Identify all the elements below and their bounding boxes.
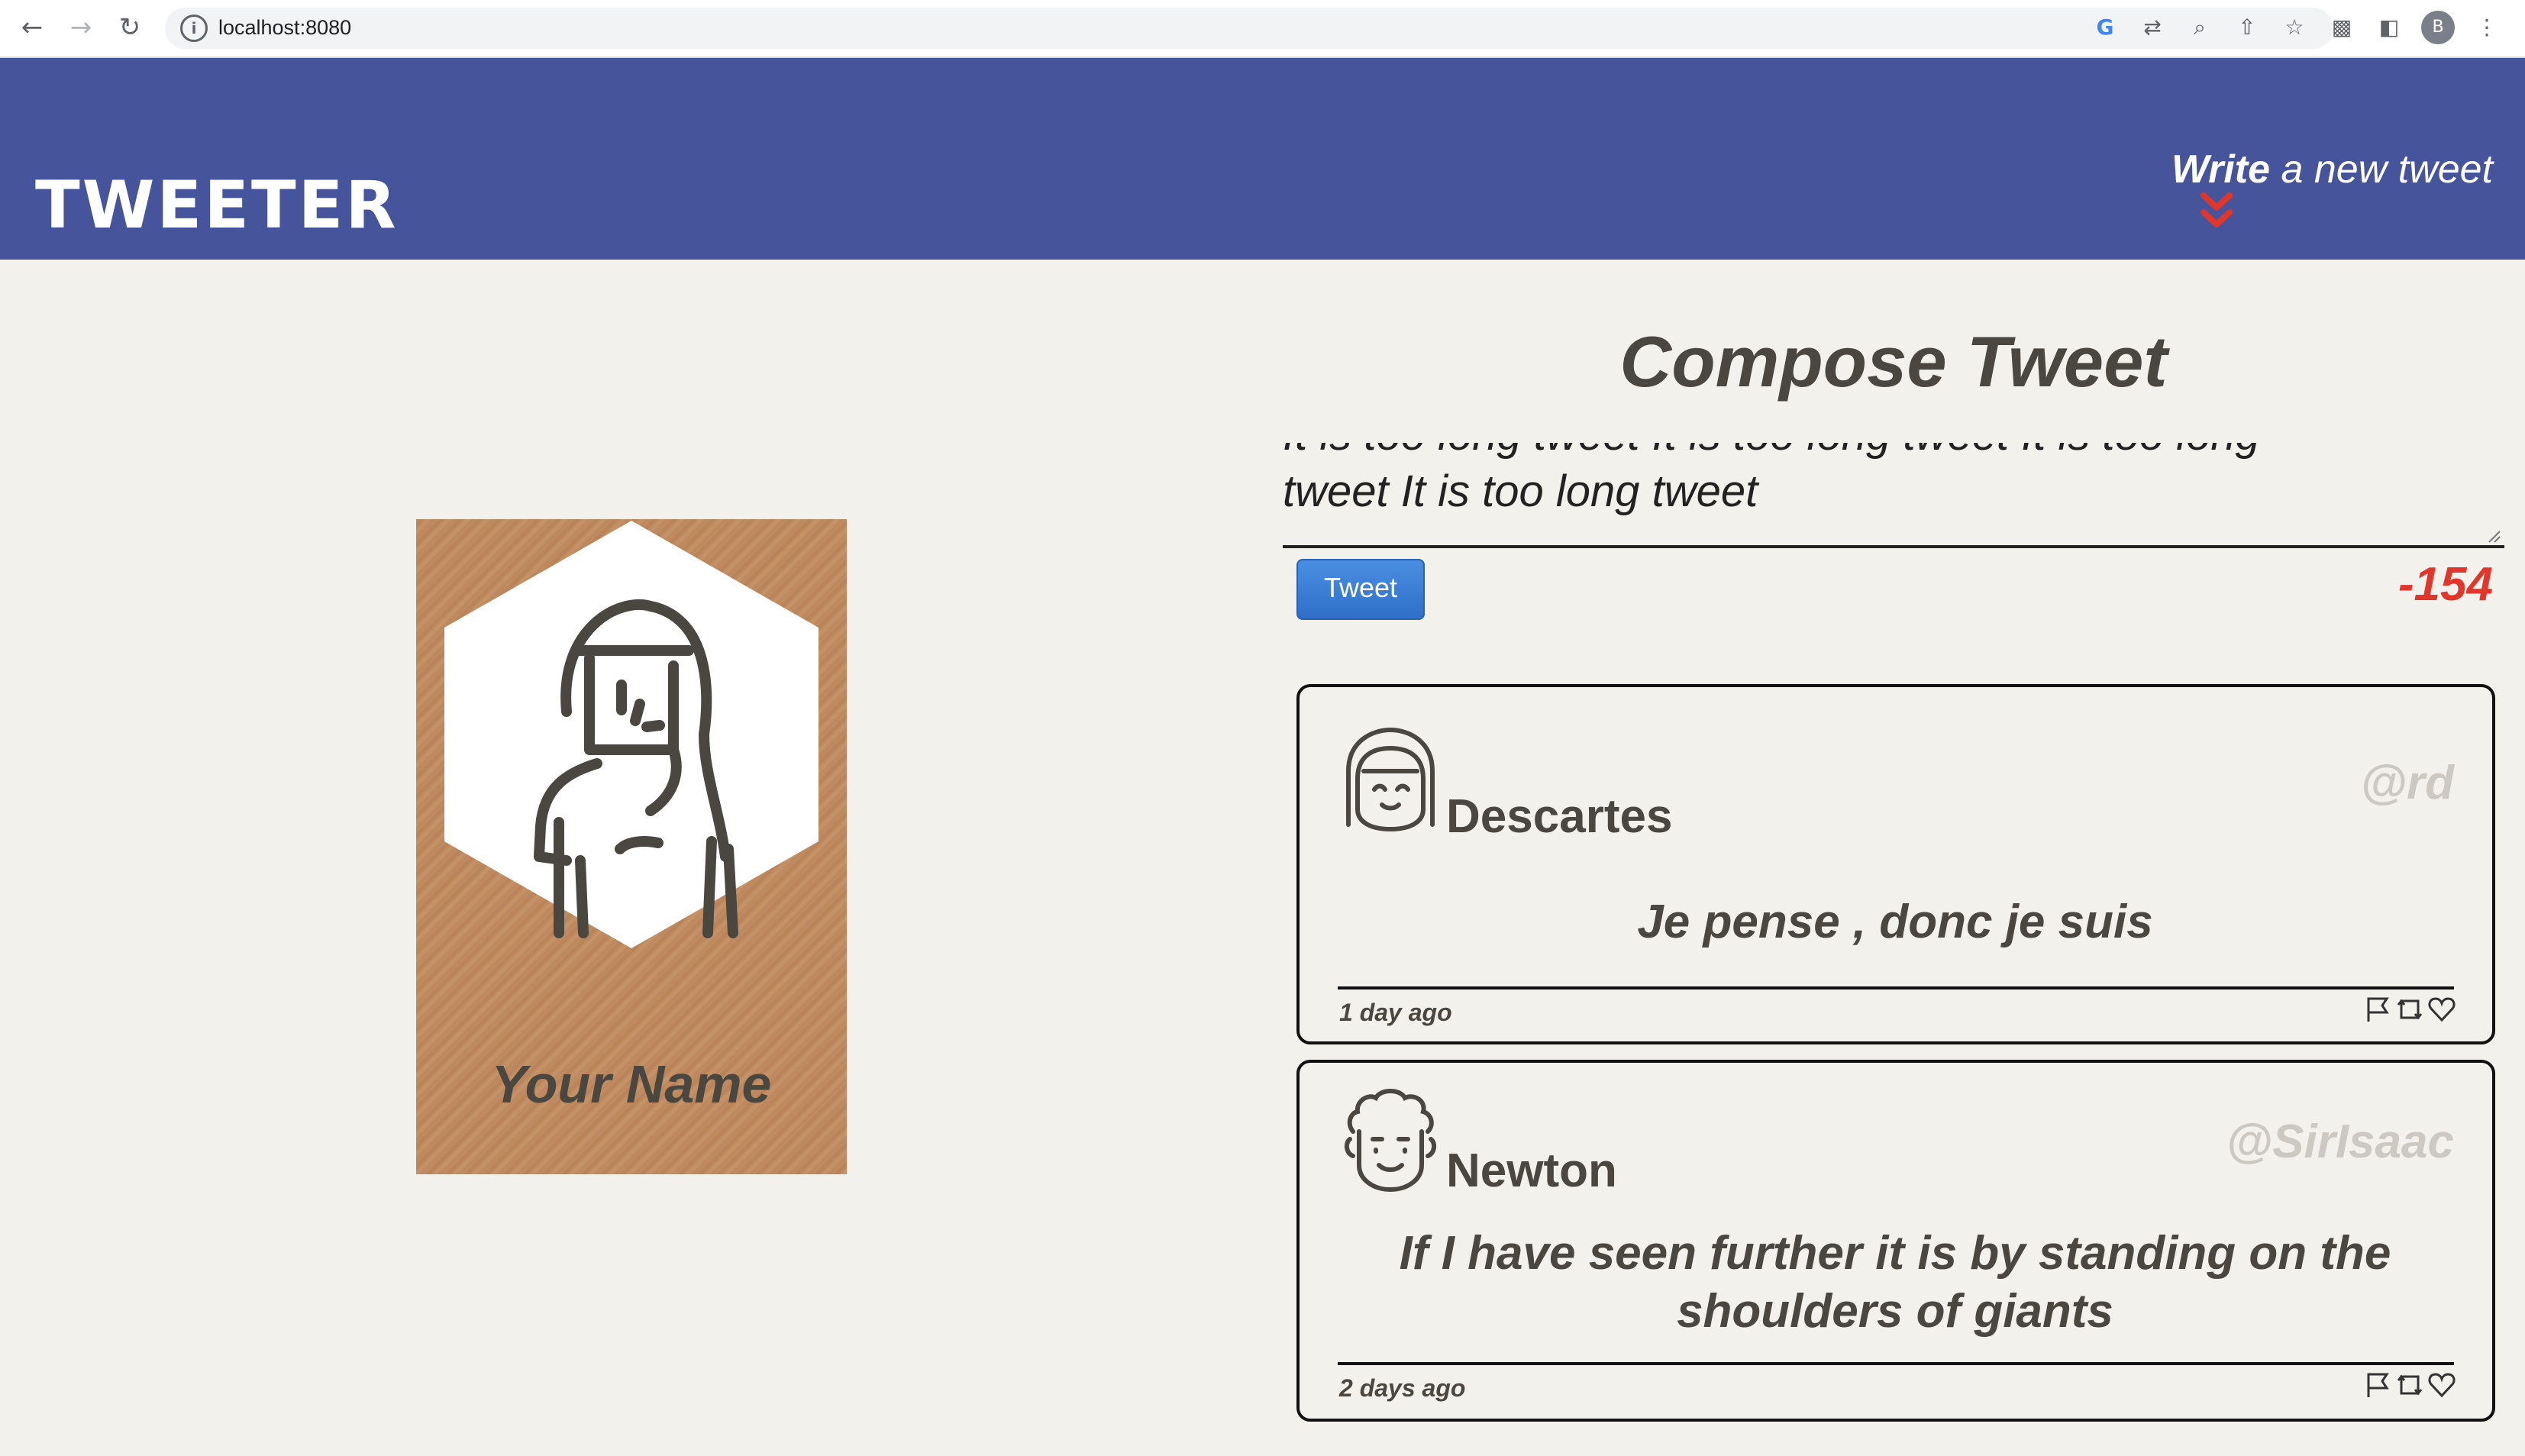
tweet-button[interactable]: Tweet [1296,559,1425,620]
star-icon[interactable]: ☆ [2279,12,2310,43]
app-logo: TWEETER [35,167,399,244]
browser-actions: G ⇄ ⌕ ⇧ ☆ ▩ ◧ B ⋮ [2090,11,2502,44]
zoom-icon[interactable]: ⌕ [2184,12,2215,43]
back-icon[interactable]: ← [15,11,49,44]
url-text[interactable]: localhost:8080 [218,16,351,40]
write-bold: Write [2171,147,2271,192]
retweet-icon[interactable] [2396,1371,2423,1399]
tweet-textarea[interactable]: It is too long tweet It is too long twee… [1283,443,2504,548]
sidepanel-icon[interactable]: ◧ [2374,12,2404,43]
tweet-actions [2364,996,2456,1023]
textarea-text: tweet It is too long tweet [1283,467,1758,516]
tweet-date: 1 day ago [1339,999,1452,1026]
tweet-author-name: Newton [1446,1144,1617,1197]
info-icon[interactable]: i [180,15,208,42]
newton-avatar-icon [1344,1089,1437,1193]
tweet-content: If I have seen further it is by standing… [1399,1227,2391,1338]
heart-icon[interactable] [2428,1371,2456,1399]
resize-handle-icon[interactable] [2488,530,2501,544]
compose-title: Compose Tweet [1619,321,2168,402]
textarea-scrolled-line: It is too long tweet It is too long twee… [1283,443,2260,460]
profile-name: Your Name [491,1054,772,1114]
tweet-divider [1338,1362,2454,1365]
profile-avatar[interactable]: B [2421,11,2455,44]
tweet-handle: @rd [2360,757,2454,809]
retweet-icon[interactable] [2396,996,2423,1023]
flag-icon[interactable] [2364,1371,2391,1399]
character-counter: -154 [2397,558,2493,611]
forward-icon[interactable]: → [64,11,98,44]
tweet-handle: @SirIsaac [2226,1115,2454,1168]
tweet-card: Descartes @rd Je pense , donc je suis 1 … [1296,684,2495,1044]
tweet-author-name: Descartes [1446,790,1673,843]
extensions-icon[interactable]: ▩ [2326,12,2357,43]
profile-card: Your Name [416,519,847,1174]
write-new-tweet-link[interactable]: Write a new tweet [2171,147,2493,192]
share-icon[interactable]: ⇧ [2232,12,2262,43]
flag-icon[interactable] [2364,996,2391,1023]
descartes-avatar-icon [1346,727,1435,832]
tweet-content: Je pense , donc je suis [1637,896,2153,948]
google-icon[interactable]: G [2090,12,2120,43]
address-bar[interactable]: i localhost:8080 [165,8,2333,49]
app-header: TWEETER Write a new tweet [0,58,2525,260]
menu-icon[interactable]: ⋮ [2472,12,2502,43]
translate-icon[interactable]: ⇄ [2137,12,2168,43]
write-rest: a new tweet [2270,147,2493,192]
tweet-divider [1338,986,2454,989]
tweet-actions [2364,1371,2456,1399]
browser-toolbar: ← → ↻ i localhost:8080 G ⇄ ⌕ ⇧ ☆ ▩ ◧ B ⋮ [0,0,2525,58]
tweet-card: Newton @SirIsaac If I have seen further … [1296,1060,2495,1422]
heart-icon[interactable] [2428,996,2456,1023]
tweet-date: 2 days ago [1339,1374,1466,1402]
reload-icon[interactable]: ↻ [113,11,147,44]
double-chevron-down-icon[interactable] [2199,191,2234,232]
profile-avatar-icon [444,521,819,948]
